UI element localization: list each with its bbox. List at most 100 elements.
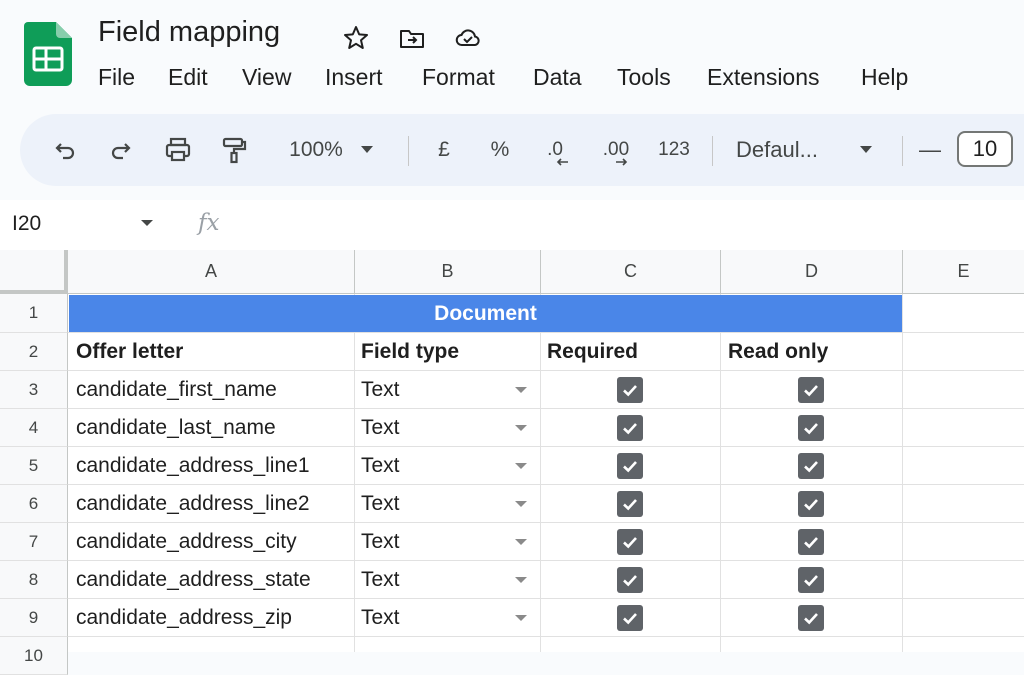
formula-input[interactable] [240, 212, 1010, 238]
row-header[interactable]: 7 [0, 523, 68, 561]
redo-button[interactable] [104, 114, 138, 186]
star-icon[interactable] [342, 24, 370, 52]
read-only-checkbox[interactable] [798, 415, 824, 441]
currency-format-button[interactable]: £ [430, 114, 458, 186]
field-name-cell[interactable]: candidate_address_city [76, 523, 297, 561]
zoom-select[interactable]: 100% [276, 114, 386, 186]
read-only-checkbox[interactable] [798, 529, 824, 555]
font-size-input[interactable]: 10 [957, 131, 1013, 167]
percent-format-button[interactable]: % [486, 114, 514, 186]
print-icon [165, 137, 191, 162]
select-all-corner[interactable] [0, 250, 68, 294]
field-type-dropdown[interactable]: Text [361, 599, 400, 637]
toolbar-divider [408, 136, 409, 166]
required-checkbox[interactable] [617, 415, 643, 441]
field-type-dropdown[interactable]: Text [361, 485, 400, 523]
column-header-d[interactable]: D [721, 250, 903, 294]
column-header-e[interactable]: E [903, 250, 1024, 294]
field-type-dropdown[interactable]: Text [361, 371, 400, 409]
merged-banner-cell[interactable]: Document [69, 295, 902, 332]
field-name-cell[interactable]: candidate_address_state [76, 561, 311, 599]
paint-format-button[interactable] [216, 114, 252, 186]
read-only-checkbox[interactable] [798, 453, 824, 479]
dropdown-arrow-icon[interactable] [515, 539, 527, 545]
checkmark-icon [804, 537, 818, 549]
field-name-cell[interactable]: candidate_last_name [76, 409, 276, 447]
checkmark-icon [804, 499, 818, 511]
toolbar: 100% £ % .0 .00 123 Defaul... — 10 [20, 114, 1024, 186]
spreadsheet-grid[interactable]: A B C D E 1 2 3 4 5 6 7 8 9 10 Document … [0, 250, 1024, 675]
required-checkbox[interactable] [617, 453, 643, 479]
dropdown-arrow-icon[interactable] [515, 463, 527, 469]
row-header[interactable]: 1 [0, 294, 68, 333]
header-cell-c2[interactable]: Required [547, 333, 638, 371]
move-folder-icon[interactable] [398, 24, 426, 52]
row-header[interactable]: 2 [0, 333, 68, 371]
column-header-a[interactable]: A [68, 250, 355, 294]
required-checkbox[interactable] [617, 529, 643, 555]
field-type-dropdown[interactable]: Text [361, 561, 400, 599]
row-header[interactable]: 9 [0, 599, 68, 637]
menu-extensions[interactable]: Extensions [707, 62, 820, 93]
read-only-checkbox[interactable] [798, 605, 824, 631]
row-header[interactable]: 4 [0, 409, 68, 447]
increase-decimal-button[interactable]: .00 [596, 114, 636, 186]
chevron-down-icon [860, 146, 872, 153]
menu-tools[interactable]: Tools [617, 62, 671, 93]
menu-help[interactable]: Help [861, 62, 908, 93]
read-only-checkbox[interactable] [798, 567, 824, 593]
menu-file[interactable]: File [98, 62, 135, 93]
row-header[interactable]: 10 [0, 637, 68, 675]
menu-view[interactable]: View [242, 62, 291, 93]
gridline [902, 250, 903, 652]
dropdown-arrow-icon[interactable] [515, 615, 527, 621]
dropdown-arrow-icon[interactable] [515, 501, 527, 507]
decrease-font-size-button[interactable]: — [916, 114, 944, 186]
dropdown-arrow-icon[interactable] [515, 577, 527, 583]
row-header[interactable]: 3 [0, 371, 68, 409]
row-header[interactable]: 8 [0, 561, 68, 599]
font-family-select[interactable]: Defaul... [736, 114, 882, 186]
field-type-dropdown[interactable]: Text [361, 447, 400, 485]
menu-edit[interactable]: Edit [168, 62, 208, 93]
required-checkbox[interactable] [617, 377, 643, 403]
number-format-button[interactable]: 123 [654, 114, 694, 186]
arrow-right-icon [616, 158, 628, 166]
redo-icon [111, 143, 131, 160]
menu-insert[interactable]: Insert [325, 62, 383, 93]
cloud-saved-icon[interactable] [454, 24, 482, 52]
field-name-cell[interactable]: candidate_address_line1 [76, 447, 310, 485]
column-header-c[interactable]: C [541, 250, 721, 294]
field-name-cell[interactable]: candidate_first_name [76, 371, 277, 409]
read-only-checkbox[interactable] [798, 377, 824, 403]
sheets-logo-icon[interactable] [24, 22, 72, 86]
dropdown-arrow-icon[interactable] [515, 387, 527, 393]
header-cell-d2[interactable]: Read only [728, 333, 828, 371]
document-title[interactable]: Field mapping [98, 16, 280, 49]
required-checkbox[interactable] [617, 491, 643, 517]
name-box[interactable]: I20 [12, 212, 41, 236]
decrease-decimal-button[interactable]: .0 [538, 114, 572, 186]
print-button[interactable] [160, 114, 196, 186]
field-type-dropdown[interactable]: Text [361, 409, 400, 447]
row-header[interactable]: 5 [0, 447, 68, 485]
dropdown-arrow-icon[interactable] [515, 425, 527, 431]
checkmark-icon [623, 537, 637, 549]
header-cell-a2[interactable]: Offer letter [76, 333, 183, 371]
column-header-b[interactable]: B [355, 250, 541, 294]
field-name-cell[interactable]: candidate_address_line2 [76, 485, 310, 523]
required-checkbox[interactable] [617, 605, 643, 631]
menu-data[interactable]: Data [533, 62, 582, 93]
zoom-value: 100% [289, 138, 343, 161]
header-cell-b2[interactable]: Field type [361, 333, 459, 371]
chevron-down-icon[interactable] [140, 216, 154, 230]
field-name-cell[interactable]: candidate_address_zip [76, 599, 292, 637]
row-header[interactable]: 6 [0, 485, 68, 523]
menu-format[interactable]: Format [422, 62, 495, 93]
read-only-checkbox[interactable] [798, 491, 824, 517]
checkmark-icon [623, 423, 637, 435]
required-checkbox[interactable] [617, 567, 643, 593]
field-type-dropdown[interactable]: Text [361, 523, 400, 561]
chevron-down-icon [360, 146, 373, 153]
undo-button[interactable] [48, 114, 82, 186]
